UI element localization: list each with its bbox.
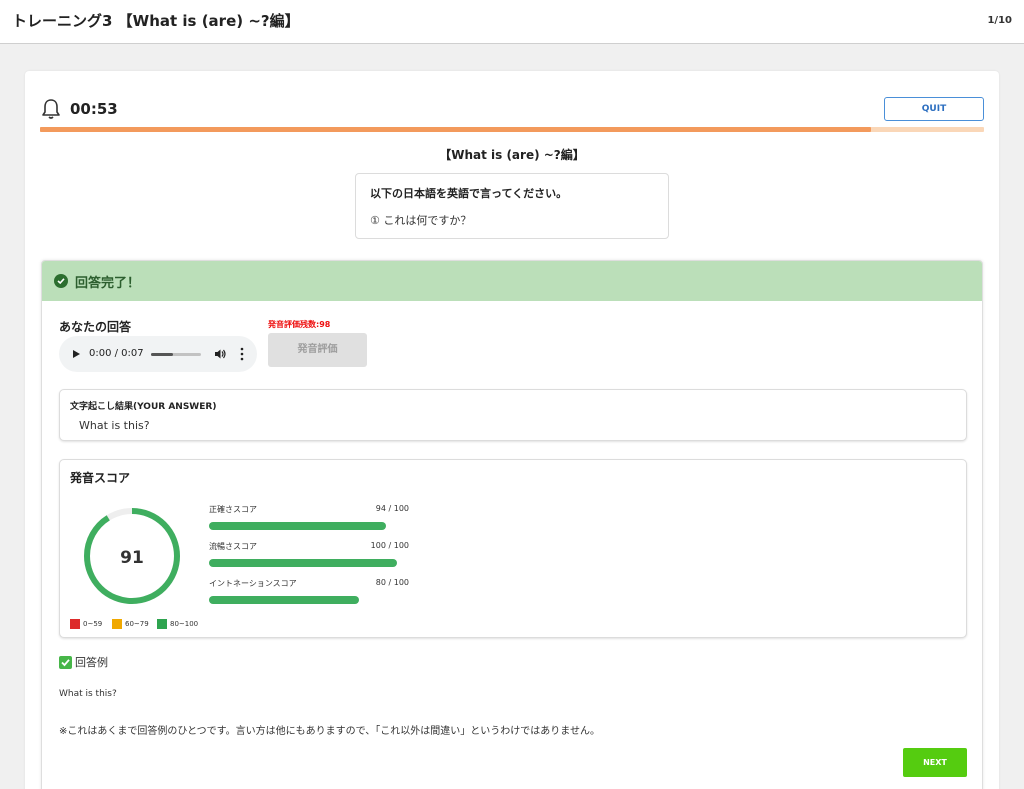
legend-swatch-high <box>157 619 167 629</box>
pronunciation-score-card: 発音スコア 91 0~59 60~79 80~100 正確さスコア 94 / 1… <box>59 459 967 638</box>
question-text: ① これは何ですか？ <box>370 214 472 227</box>
next-button[interactable]: NEXT <box>903 748 967 777</box>
pronunciation-evaluate-button[interactable]: 発音評価 <box>268 333 367 367</box>
example-answer-text: What is this? <box>59 689 117 699</box>
transcript-text: What is this? <box>79 419 150 432</box>
metric-label: 正確さスコア <box>209 505 257 514</box>
remaining-evaluations: 発音評価残数:98 <box>268 320 331 329</box>
metric-bar <box>209 596 409 604</box>
metric-value: 80 / 100 <box>375 578 409 587</box>
metric-value: 100 / 100 <box>370 541 409 550</box>
volume-icon[interactable] <box>214 348 226 360</box>
progress-bar-fill <box>40 127 871 132</box>
training-card: 00:53 QUIT 【What is (are) ~?編】 以下の日本語を英語… <box>25 71 999 789</box>
metric-bar <box>209 559 409 567</box>
audio-time: 0:00 / 0:07 <box>89 348 144 359</box>
quit-button[interactable]: QUIT <box>884 97 984 121</box>
more-options-icon[interactable] <box>240 347 244 361</box>
result-status-label: 回答完了！ <box>75 276 141 291</box>
metric-intonation: イントネーションスコア 80 / 100 <box>209 578 409 608</box>
overall-score-gauge: 91 <box>84 508 180 604</box>
example-heading-label: 回答例 <box>75 656 108 669</box>
countdown-timer: 00:53 <box>70 100 118 118</box>
example-note: ※これはあくまで回答例のひとつです。言い方は他にもありますので、「これ以外は間違… <box>59 726 600 737</box>
question-box: 以下の日本語を英語で言ってください。 ① これは何ですか？ <box>355 173 669 239</box>
question-instruction: 以下の日本語を英語で言ってください。 <box>370 187 568 200</box>
metric-value: 94 / 100 <box>375 504 409 513</box>
section-title: 【What is (are) ~?編】 <box>439 148 585 162</box>
legend-swatch-low <box>70 619 80 629</box>
audio-seek-fill <box>151 353 173 356</box>
score-title: 発音スコア <box>70 471 131 485</box>
result-status-banner: 回答完了！ <box>42 261 982 301</box>
metric-label: 流暢さスコア <box>209 542 257 551</box>
legend-item-mid: 60~79 <box>112 619 149 629</box>
result-panel: 回答完了！ あなたの回答 発音評価残数:98 0:00 / 0:07 発音評価 <box>41 260 983 789</box>
metric-bar-fill <box>209 559 397 567</box>
example-heading: 回答例 <box>59 654 108 670</box>
metric-fluency: 流暢さスコア 100 / 100 <box>209 541 409 571</box>
transcript-card: 文字起こし結果(YOUR ANSWER) What is this? <box>59 389 967 441</box>
bell-icon <box>42 99 60 119</box>
play-icon[interactable] <box>73 350 80 358</box>
legend-swatch-mid <box>112 619 122 629</box>
metric-bar-fill <box>209 596 360 604</box>
progress-bar <box>40 127 984 132</box>
legend-item-low: 0~59 <box>70 619 102 629</box>
legend-item-high: 80~100 <box>157 619 198 629</box>
check-circle-icon <box>54 274 68 288</box>
your-answer-label: あなたの回答 <box>59 320 132 334</box>
metric-label: イントネーションスコア <box>209 579 297 588</box>
metric-accuracy: 正確さスコア 94 / 100 <box>209 504 409 534</box>
question-counter: 1/10 <box>987 15 1012 26</box>
checkbox-checked-icon <box>59 655 72 669</box>
transcript-label: 文字起こし結果(YOUR ANSWER) <box>70 402 217 412</box>
top-bar: トレーニング3 【What is (are) ~?編】 1/10 <box>0 0 1024 44</box>
audio-player: 0:00 / 0:07 <box>59 336 257 372</box>
metric-bar <box>209 522 409 530</box>
page-title: トレーニング3 【What is (are) ~?編】 <box>12 12 300 30</box>
overall-score-value: 91 <box>120 548 144 568</box>
audio-seek-slider[interactable] <box>151 353 201 356</box>
metric-bar-fill <box>209 522 386 530</box>
